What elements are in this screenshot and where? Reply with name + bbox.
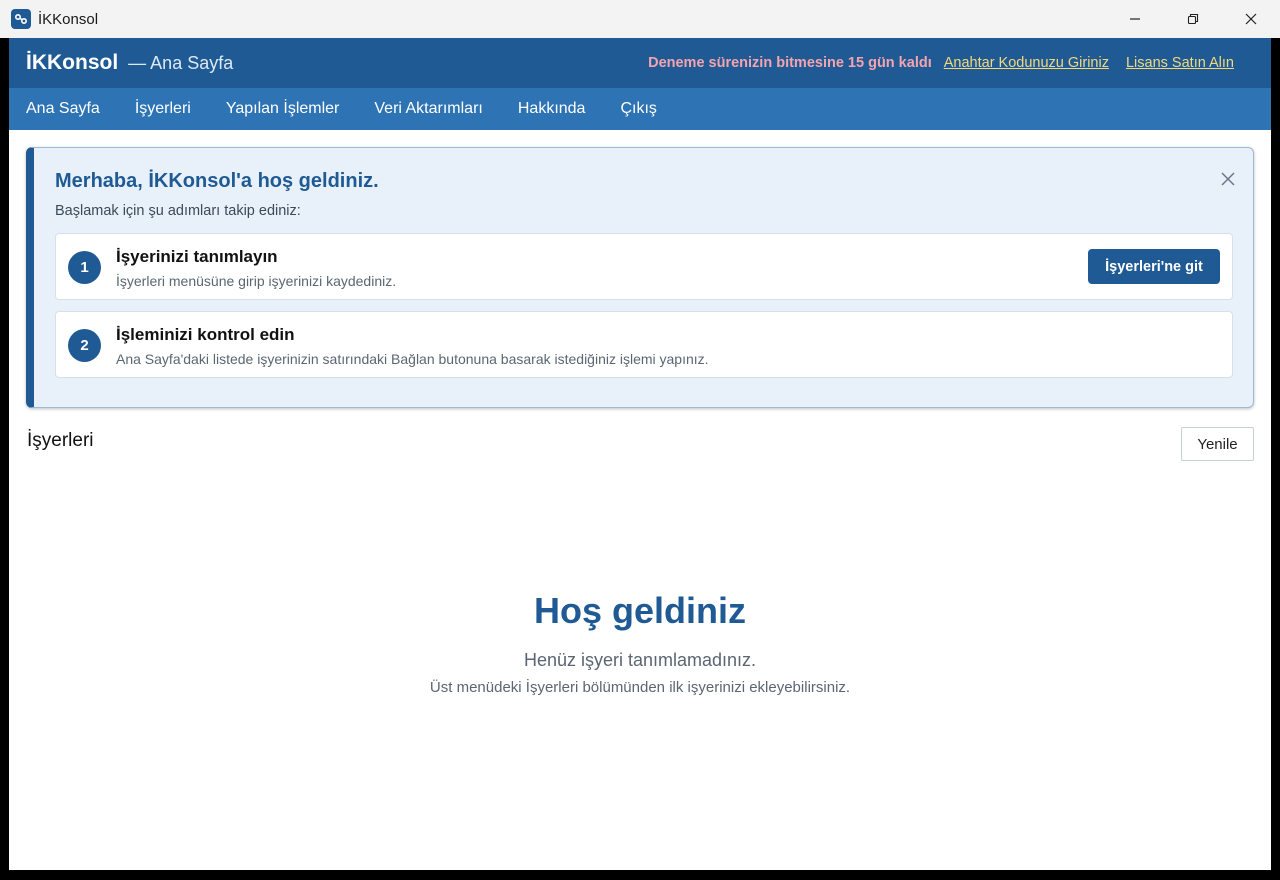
restore-button[interactable] <box>1164 0 1222 38</box>
nav-item-exit[interactable]: Çıkış <box>620 100 656 118</box>
enter-key-link[interactable]: Anahtar Kodunuzu Giriniz <box>944 55 1109 71</box>
app-header: İKKonsol — Ana Sayfa Deneme sürenizin bi… <box>9 38 1271 88</box>
main-nav: Ana Sayfa İşyerleri Yapılan İşlemler Ver… <box>9 88 1271 130</box>
empty-state-hint: Üst menüdeki İşyerleri bölümünden ilk iş… <box>429 679 851 696</box>
empty-state-message: Henüz işyeri tanımlamadınız. <box>523 650 757 670</box>
step-card-1: 1 İşyerinizi tanımlayın İşyerleri menüsü… <box>55 233 1233 300</box>
step-title: İşleminizi kontrol edin <box>116 325 295 344</box>
welcome-title: Merhaba, İKKonsol'a hoş geldiniz. <box>55 170 379 192</box>
nav-item-about[interactable]: Hakkında <box>518 100 586 118</box>
page-title: — Ana Sayfa <box>128 52 234 73</box>
welcome-close-button[interactable] <box>1219 170 1237 188</box>
empty-state-title: Hoş geldiniz <box>533 590 746 631</box>
minimize-icon <box>1130 18 1140 20</box>
close-icon <box>1221 172 1235 186</box>
close-window-button[interactable] <box>1222 0 1280 38</box>
nav-item-home[interactable]: Ana Sayfa <box>26 100 100 118</box>
step-description: Ana Sayfa'daki listede işyerinizin satır… <box>116 351 709 367</box>
app-logo-icon <box>11 9 31 29</box>
nav-item-data-transfers[interactable]: Veri Aktarımları <box>374 100 482 118</box>
nav-item-workplaces[interactable]: İşyerleri <box>135 100 191 118</box>
refresh-button[interactable]: Yenile <box>1181 427 1254 461</box>
step-title: İşyerinizi tanımlayın <box>116 247 278 266</box>
close-icon <box>1245 13 1257 25</box>
minimize-button[interactable] <box>1106 0 1164 38</box>
app-window: İKKonsol — Ana Sayfa Deneme sürenizin bi… <box>9 38 1271 870</box>
step-description: İşyerleri menüsüne girip işyerinizi kayd… <box>116 273 397 289</box>
go-to-workplaces-button[interactable]: İşyerleri'ne git <box>1088 249 1220 284</box>
trial-notice: Deneme sürenizin bitmesine 15 gün kaldı <box>648 55 932 71</box>
welcome-subtitle: Başlamak için şu adımları takip ediniz: <box>55 203 301 219</box>
workplaces-section-title: İşyerleri <box>27 430 94 451</box>
welcome-card: Merhaba, İKKonsol'a hoş geldiniz. Başlam… <box>26 147 1254 408</box>
step-card-2: 2 İşleminizi kontrol edin Ana Sayfa'daki… <box>55 311 1233 378</box>
restore-icon <box>1187 13 1199 25</box>
nav-item-operations[interactable]: Yapılan İşlemler <box>226 100 340 118</box>
step-number-badge: 2 <box>68 329 101 362</box>
step-number-badge: 1 <box>68 251 101 284</box>
window-title: İKKonsol <box>38 10 99 28</box>
window-titlebar: İKKonsol <box>0 0 1280 38</box>
buy-license-link[interactable]: Lisans Satın Alın <box>1126 55 1234 71</box>
brand-title: İKKonsol <box>26 51 119 74</box>
